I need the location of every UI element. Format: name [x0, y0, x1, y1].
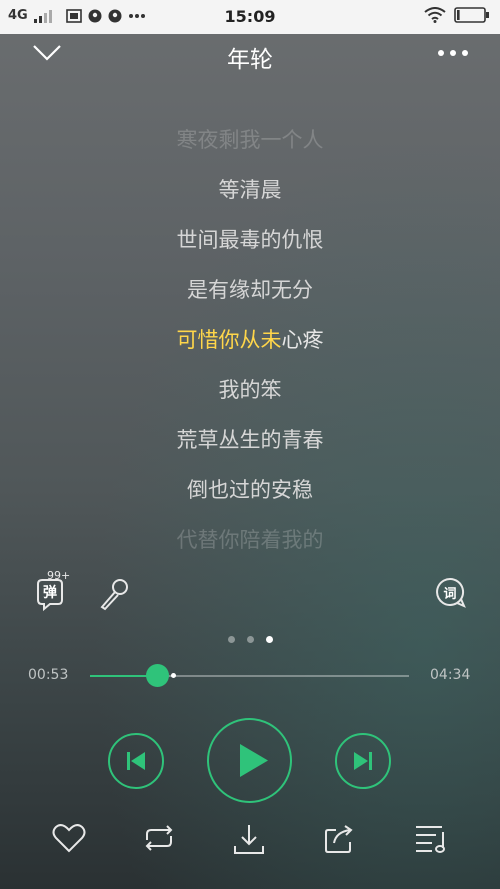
lyric-line: 代替你陪着我的 [176, 528, 324, 552]
lyric-unsung-part: 心疼 [281, 328, 324, 352]
download-icon[interactable] [232, 822, 266, 856]
lyric-line: 我的笨 [218, 378, 282, 402]
lyric-settings-label: 词 [443, 587, 457, 602]
lyric-settings-button[interactable]: 词 [434, 577, 466, 609]
page-dot[interactable] [227, 636, 235, 643]
page-dot-active[interactable] [265, 636, 273, 643]
more-dots-icon[interactable] [436, 48, 470, 58]
lyric-sung-part: 可惜你从未 [176, 328, 282, 352]
next-track-icon [354, 752, 372, 770]
lyrics-panel[interactable]: 寒夜剩我一个人 等清晨 世间最毒的仇恨 是有缘却无分 可惜你从未心疼 我的笨 荒… [0, 118, 500, 568]
repeat-icon[interactable] [141, 822, 177, 854]
danmaku-button[interactable]: 弹 99+ [30, 569, 70, 614]
page-indicator [0, 636, 500, 643]
lyric-line: 荒草丛生的青春 [176, 428, 324, 452]
player-screen: 4G 15:09 年轮 寒夜剩我一个人 等清晨 世间最毒的仇恨 是有缘却无分 可… [0, 0, 500, 889]
microphone-icon[interactable] [96, 576, 132, 612]
lyric-line: 寒夜剩我一个人 [176, 128, 324, 152]
status-bar: 4G 15:09 [0, 0, 500, 34]
progress-thumb[interactable] [145, 664, 169, 687]
danmaku-count: 99+ [47, 569, 71, 582]
status-right [424, 7, 490, 23]
lyric-line: 倒也过的安稳 [187, 478, 313, 502]
previous-button[interactable] [108, 733, 164, 789]
progress-bar[interactable] [90, 664, 409, 687]
total-time: 04:34 [430, 667, 471, 683]
current-lyric-line: 可惜你从未心疼 [0, 318, 500, 368]
heart-icon[interactable] [52, 822, 86, 854]
next-button[interactable] [335, 733, 391, 789]
lyric-line: 世间最毒的仇恨 [176, 228, 324, 252]
playlist-icon[interactable] [414, 822, 450, 854]
share-icon[interactable] [322, 822, 356, 856]
elapsed-time: 00:53 [28, 667, 69, 683]
player-header: 年轮 [0, 34, 500, 74]
play-icon [240, 744, 268, 777]
wifi-icon [424, 7, 446, 23]
previous-track-icon [127, 752, 145, 770]
lyric-line: 是有缘却无分 [187, 278, 313, 302]
play-button[interactable] [207, 718, 292, 803]
lyric-line: 等清晨 [218, 178, 282, 202]
battery-icon [454, 7, 489, 23]
danmaku-label: 弹 [43, 585, 57, 601]
buffer-marker [170, 673, 176, 678]
page-dot[interactable] [246, 636, 254, 643]
song-title: 年轮 [227, 47, 273, 73]
